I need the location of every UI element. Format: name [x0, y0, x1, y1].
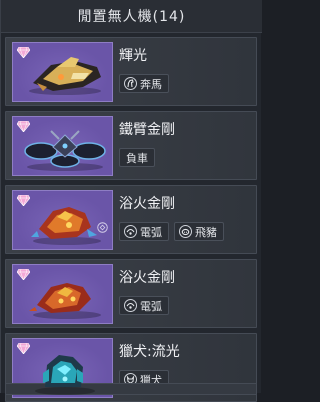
- drone-thumbnail: [12, 190, 113, 250]
- rarity-gem-icon: [17, 343, 30, 354]
- trait-label: 負車: [126, 151, 148, 165]
- lock-badge-icon: [97, 222, 108, 233]
- idle-drones-panel: 閒置無人機(14) 輝光 奔馬 鐵臂金剛 負車 浴火金剛 電弧 飛豬 浴火金剛 …: [0, 0, 262, 402]
- drone-thumbnail: [12, 264, 113, 324]
- panel-title: 閒置無人機(14): [1, 0, 262, 33]
- trait-tags: 奔馬: [119, 74, 169, 93]
- trait-label: 電弧: [140, 299, 162, 313]
- rarity-gem-icon: [17, 47, 30, 58]
- drone-name: 獵犬:流光: [119, 344, 180, 360]
- rarity-gem-icon: [17, 195, 30, 206]
- drone-thumbnail: [12, 116, 113, 176]
- trait-tags: 負車: [119, 148, 155, 167]
- drone-thumbnail: [12, 338, 113, 398]
- trait-tags: 電弧 飛豬: [119, 222, 224, 241]
- rarity-gem-icon: [17, 121, 30, 132]
- trait-label: 奔馬: [140, 77, 162, 91]
- drone-card[interactable]: 輝光 奔馬: [5, 37, 257, 106]
- drone-card[interactable]: 浴火金剛 電弧 飛豬: [5, 185, 257, 254]
- trait-tag[interactable]: 奔馬: [119, 74, 169, 93]
- trait-label: 飛豬: [195, 225, 217, 239]
- drone-card[interactable]: 浴火金剛 電弧: [5, 259, 257, 328]
- drone-card[interactable]: 鐵臂金剛 負車: [5, 111, 257, 180]
- drone-name: 鐵臂金剛: [119, 122, 175, 138]
- drone-name: 浴火金剛: [119, 270, 175, 286]
- rarity-gem-icon: [17, 269, 30, 280]
- drone-thumbnail: [12, 42, 113, 102]
- trait-tag[interactable]: 電弧: [119, 296, 169, 315]
- trait-label: 電弧: [140, 225, 162, 239]
- boar-icon: [179, 225, 192, 238]
- horse-icon: [124, 77, 137, 90]
- trait-tag[interactable]: 負車: [119, 148, 155, 167]
- trait-tag[interactable]: 電弧: [119, 222, 169, 241]
- drone-name: 浴火金剛: [119, 196, 175, 212]
- trait-tags: 電弧: [119, 296, 169, 315]
- arc-icon: [124, 225, 137, 238]
- drone-name: 輝光: [119, 48, 147, 64]
- arc-icon: [124, 299, 137, 312]
- trait-tag[interactable]: 飛豬: [174, 222, 224, 241]
